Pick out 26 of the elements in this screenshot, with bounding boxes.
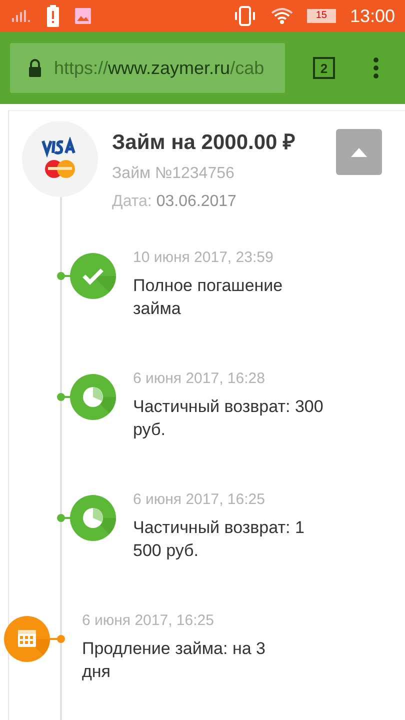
battery-indicator: 15	[306, 9, 336, 23]
date-label: Дата:	[112, 193, 152, 210]
event-date: 6 июня 2017, 16:25	[82, 612, 215, 629]
url-text: https://www.zaymer.ru/cab	[54, 58, 264, 78]
event-date: 6 июня 2017, 16:25	[133, 491, 266, 508]
event-title: Частичный возврат: 300 руб.	[133, 396, 324, 441]
loan-number: Займ №1234756	[112, 165, 236, 183]
battery-alert-icon	[46, 5, 60, 27]
tab-count-button[interactable]: 2	[313, 57, 335, 79]
address-bar[interactable]: https://www.zaymer.ru/cab	[10, 43, 285, 93]
date-value: 03.06.2017	[156, 193, 236, 210]
event-date: 6 июня 2017, 16:28	[133, 370, 266, 387]
event-title: Продление займа: на 3 дня	[82, 638, 266, 683]
loan-title: Займ на 2000.00 ₽	[112, 130, 296, 155]
lock-icon	[28, 59, 42, 77]
caret-up-icon	[351, 148, 367, 156]
event-title: Полное погашение займа	[133, 275, 284, 320]
collapse-button[interactable]	[336, 129, 382, 175]
menu-icon[interactable]	[373, 57, 379, 79]
image-icon	[74, 7, 92, 25]
event-date: 10 июня 2017, 23:59	[133, 249, 274, 266]
clock-time: 13:00	[350, 6, 395, 26]
event-title: Частичный возврат: 1 500 руб.	[133, 517, 306, 562]
signal-icon	[10, 9, 32, 23]
wifi-icon	[270, 7, 293, 25]
vibrate-icon	[232, 6, 257, 26]
